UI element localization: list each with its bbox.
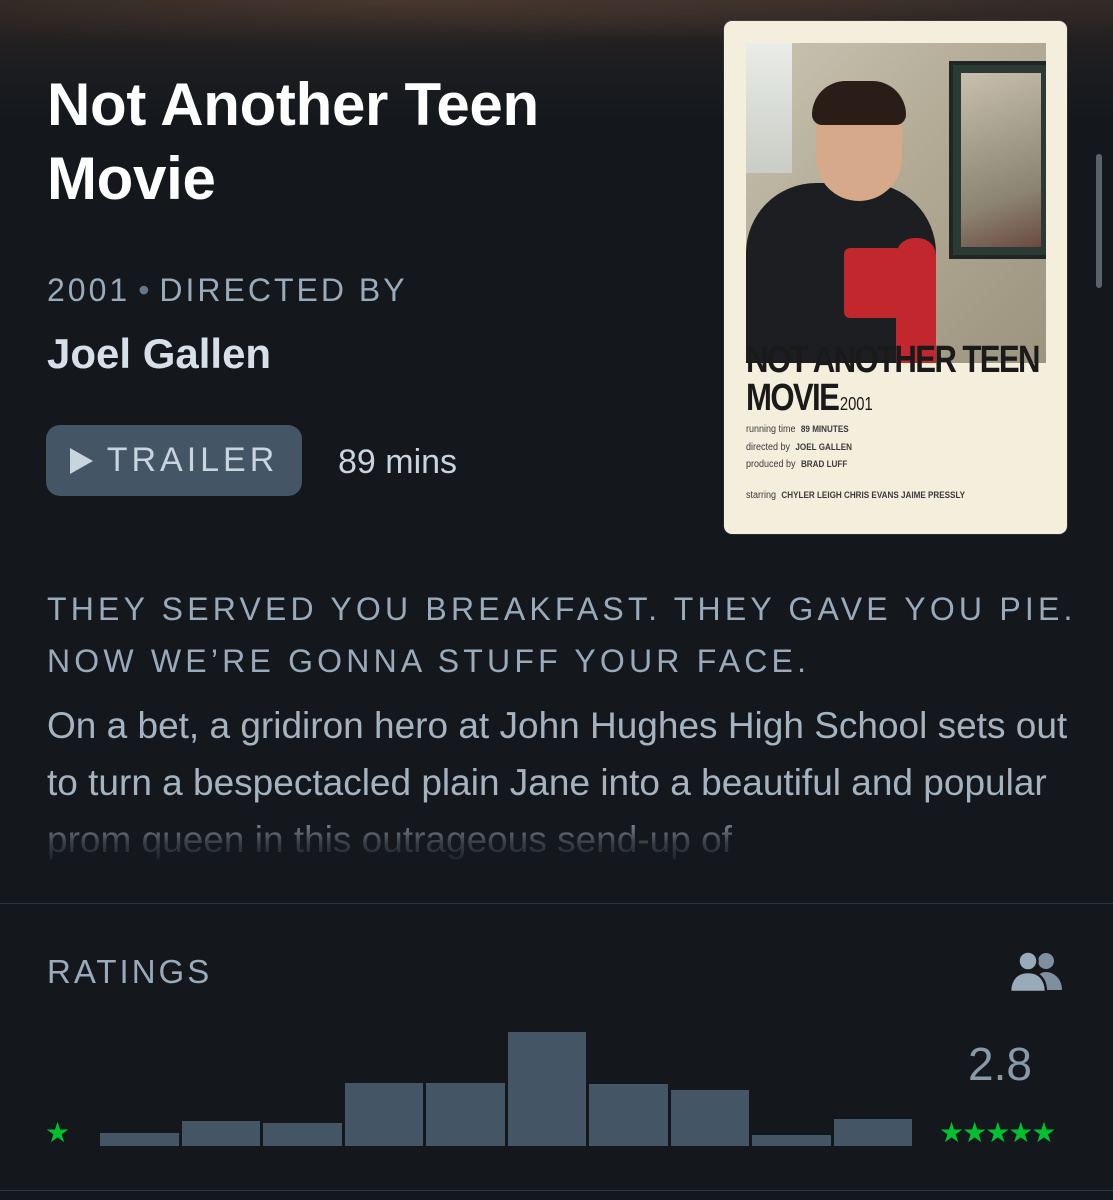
histogram-bar[interactable] <box>670 1090 749 1146</box>
people-icon[interactable] <box>1008 950 1064 994</box>
film-poster[interactable]: NOT ANOTHER TEEN MOVIE2001 running time 8… <box>724 21 1067 534</box>
poster-title-line1: NOT ANOTHER TEEN <box>746 339 1041 381</box>
runtime: 89 mins <box>338 443 458 481</box>
section-divider <box>0 903 1113 904</box>
average-rating[interactable]: 2.8 <box>968 1037 1032 1091</box>
poster-produced-value: BRAD LUFF <box>800 459 848 469</box>
ratings-histogram <box>100 1020 912 1146</box>
poster-jacket-letter <box>844 248 902 318</box>
poster-starring-label: starring <box>746 490 777 501</box>
histogram-bar[interactable] <box>426 1083 505 1146</box>
histogram-bar[interactable] <box>344 1083 423 1146</box>
poster-directed-label: directed by <box>746 441 791 453</box>
release-year[interactable]: 2001 <box>47 272 130 308</box>
ratings-heading: RATINGS <box>47 953 213 990</box>
histogram-bar[interactable] <box>100 1133 179 1146</box>
histogram-bar[interactable] <box>263 1123 342 1146</box>
trailer-label: TRAILER <box>106 441 279 479</box>
poster-title-line2: MOVIE <box>746 377 840 419</box>
poster-window <box>746 43 792 173</box>
poster-photo <box>746 43 1046 363</box>
poster-title: NOT ANOTHER TEEN MOVIE2001 <box>746 339 1041 423</box>
separator-dot: • <box>138 272 150 308</box>
one-star-icon: ★ <box>45 1117 71 1148</box>
trailer-button[interactable]: TRAILER <box>46 425 302 496</box>
poster-hair <box>812 81 906 125</box>
histogram-bar[interactable] <box>833 1118 912 1146</box>
film-synopsis[interactable]: On a bet, a gridiron hero at John Hughes… <box>47 697 1082 867</box>
poster-running-time-value: 89 MINUTES <box>800 424 849 434</box>
film-title: Not Another Teen Movie <box>47 71 539 212</box>
poster-starring-value: CHYLER LEIGH CHRIS EVANS JAIME PRESSLY <box>781 490 966 500</box>
poster-running-time-label: running time <box>746 424 796 435</box>
poster-mirror <box>949 61 1046 259</box>
poster-mirror-reflection <box>961 73 1041 247</box>
histogram-bar[interactable] <box>181 1120 260 1146</box>
poster-credits: running time 89 MINUTES directed by JOEL G… <box>746 421 1034 474</box>
five-star-icon: ★★★★★ <box>939 1117 1057 1148</box>
poster-produced-label: produced by <box>746 459 796 470</box>
scrollbar[interactable] <box>1096 154 1102 288</box>
film-meta: 2001 • DIRECTED BY <box>47 272 408 309</box>
poster-year: 2001 <box>839 394 873 414</box>
histogram-bar[interactable] <box>589 1084 668 1146</box>
film-tagline: THEY SERVED YOU BREAKFAST. THEY GAVE YOU… <box>47 591 1077 679</box>
directed-by-label: DIRECTED BY <box>159 272 408 308</box>
play-icon <box>69 447 93 474</box>
poster-directed-value: JOEL GALLEN <box>795 441 852 452</box>
bottom-divider <box>0 1190 1113 1191</box>
histogram-bar[interactable] <box>752 1134 831 1146</box>
director-name[interactable]: Joel Gallen <box>47 330 271 378</box>
histogram-bar[interactable] <box>507 1032 586 1146</box>
poster-starring: starring CHYLER LEIGH CHRIS EVANS JAIME P… <box>746 490 1034 501</box>
